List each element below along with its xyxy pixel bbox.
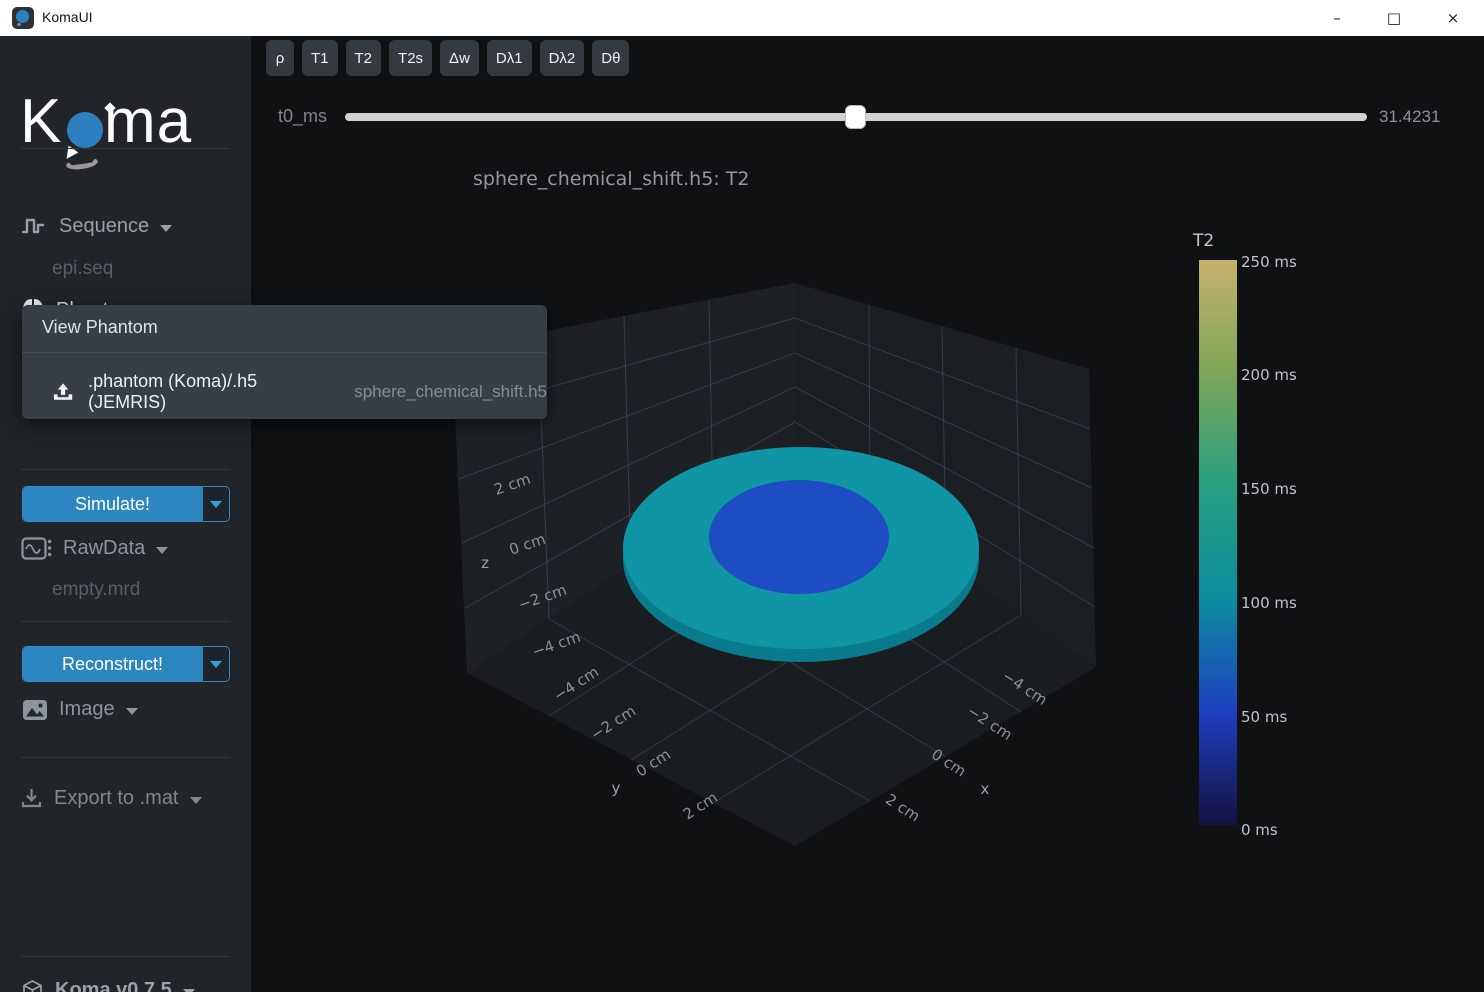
time-slider-value: 31.4231: [1379, 107, 1440, 127]
param-button-dlambda2[interactable]: Dλ2: [540, 40, 585, 76]
chevron-down-icon: [156, 547, 168, 554]
sidebar-item-export-mat[interactable]: Export to .mat: [20, 787, 202, 810]
divider: [21, 469, 230, 470]
upload-phantom-item[interactable]: .phantom (Koma)/.h5 (JEMRIS) sphere_chem…: [52, 371, 547, 413]
param-button-dlambda1[interactable]: Dλ1: [487, 40, 532, 76]
image-icon: [22, 699, 48, 721]
param-button-dw[interactable]: Δw: [440, 40, 479, 76]
version-label: Koma v0.7.5: [55, 979, 172, 992]
param-button-t2[interactable]: T2: [346, 40, 382, 76]
chevron-down-icon: [126, 708, 138, 715]
current-phantom-file: sphere_chemical_shift.h5: [354, 382, 547, 402]
param-button-t2s[interactable]: T2s: [389, 40, 432, 76]
z-axis-title: z: [481, 554, 489, 572]
app-icon: [12, 7, 34, 29]
simulate-button-label[interactable]: Simulate!: [23, 487, 202, 521]
colorbar-tick-label: 100 ms: [1241, 594, 1297, 612]
download-icon: [20, 787, 43, 810]
package-icon: [21, 979, 44, 992]
sidebar-item-label: Sequence: [59, 215, 149, 238]
colorbar-title: T2: [1193, 231, 1214, 251]
colorbar-tick-label: 0 ms: [1241, 821, 1278, 839]
simulate-button[interactable]: Simulate!: [22, 486, 230, 522]
close-button[interactable]: ×: [1431, 0, 1475, 36]
colorbar-tick-label: 250 ms: [1241, 253, 1297, 271]
sidebar: K ma Sequence epi.seq Phantom Simulate!: [0, 36, 251, 992]
koma-ui-window: KomaUI – □ × K ma Sequence epi.seq Phant…: [0, 0, 1484, 992]
phantom-parameter-toolbar: ρ T1 T2 T2s Δw Dλ1 Dλ2 Dθ: [266, 40, 629, 76]
x-axis-title: x: [981, 780, 990, 798]
sidebar-item-image[interactable]: Image: [22, 698, 138, 721]
rawdata-scope-icon: [21, 536, 52, 561]
sequence-file-label: epi.seq: [52, 258, 113, 280]
time-slider-thumb[interactable]: [845, 105, 866, 129]
param-button-rho[interactable]: ρ: [266, 40, 294, 76]
divider: [21, 757, 230, 758]
phantom-dropdown-menu: View Phantom .phantom (Koma)/.h5 (JEMRIS…: [22, 305, 547, 419]
param-button-dtheta[interactable]: Dθ: [592, 40, 629, 76]
sidebar-item-label: RawData: [63, 537, 145, 560]
maximize-button[interactable]: □: [1372, 0, 1416, 36]
y-axis-title: y: [612, 779, 621, 797]
chevron-down-icon: [160, 225, 172, 232]
logo-text-ma: ma: [104, 86, 192, 157]
colorbar-tick-label: 200 ms: [1241, 366, 1297, 384]
param-button-t1[interactable]: T1: [302, 40, 338, 76]
divider: [21, 956, 230, 957]
chevron-down-icon: [190, 797, 202, 804]
plot-title: sphere_chemical_shift.h5: T2: [473, 168, 749, 190]
logo-text-k: K: [20, 86, 62, 157]
simulate-dropdown-toggle[interactable]: [202, 487, 229, 521]
sequence-pulse-icon: [22, 217, 48, 237]
colorbar-gradient: [1199, 260, 1237, 825]
colorbar-tick-label: 50 ms: [1241, 708, 1287, 726]
chevron-down-icon: [210, 501, 222, 508]
logo-globe-icon: [67, 112, 103, 148]
divider: [21, 148, 230, 149]
upload-phantom-label: .phantom (Koma)/.h5 (JEMRIS): [88, 371, 330, 413]
upload-icon: [52, 382, 74, 403]
window-title: KomaUI: [42, 9, 93, 25]
sidebar-item-version[interactable]: Koma v0.7.5: [21, 979, 195, 992]
globe-icon: [16, 10, 29, 23]
sidebar-item-label: Image: [59, 698, 115, 721]
sidebar-item-rawdata[interactable]: RawData: [21, 536, 168, 561]
sidebar-item-sequence[interactable]: Sequence: [22, 215, 172, 238]
minimize-button[interactable]: –: [1315, 0, 1359, 36]
time-slider-label: t0_ms: [278, 106, 327, 127]
reconstruct-button-label[interactable]: Reconstruct!: [23, 647, 202, 681]
reconstruct-button[interactable]: Reconstruct!: [22, 646, 230, 682]
colorbar-tick-label: 150 ms: [1241, 480, 1297, 498]
sidebar-item-label: Export to .mat: [54, 787, 179, 810]
x-tick-label: 2 cm: [882, 790, 923, 825]
rawdata-file-label: empty.mrd: [52, 579, 140, 601]
reconstruct-dropdown-toggle[interactable]: [202, 647, 229, 681]
chevron-down-icon: [210, 661, 222, 668]
phantom-inner-disk: [709, 480, 889, 594]
divider: [22, 352, 547, 353]
chevron-down-icon: [183, 989, 195, 992]
divider: [21, 621, 230, 622]
view-phantom-header: View Phantom: [42, 317, 158, 338]
globe-base-icon: [17, 23, 21, 26]
title-bar: KomaUI – □ ×: [0, 0, 1484, 36]
